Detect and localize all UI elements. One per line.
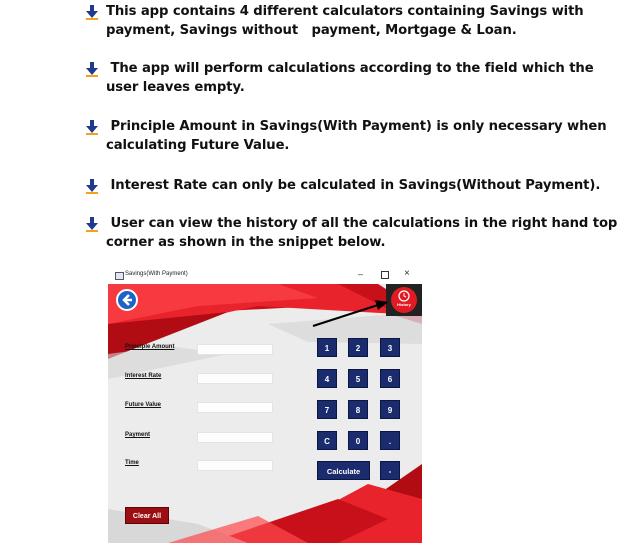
payment-input[interactable] <box>197 432 273 443</box>
window-title: Savings(With Payment) <box>125 271 188 277</box>
bullet-line-2: payment, Savings without payment, Mortga… <box>106 23 517 38</box>
label-time: Time <box>125 460 139 466</box>
keypad-key[interactable]: 0 <box>348 431 368 450</box>
interest-rate-input[interactable] <box>197 373 273 384</box>
window-app-icon <box>115 272 124 280</box>
arrow-down-bullet-icon <box>86 62 98 77</box>
label-payment: Payment <box>125 432 151 438</box>
arrow-down-bullet-icon <box>86 5 98 20</box>
bullet-line-1: Principle Amount in Savings(With Payment… <box>106 119 607 134</box>
future-value-input[interactable] <box>197 402 273 413</box>
keypad-key[interactable]: 3 <box>380 338 400 357</box>
window-titlebar: Savings(With Payment) – × <box>108 267 422 284</box>
bullet-line-1: The app will perform calculations accord… <box>106 61 594 76</box>
principle-amount-input[interactable] <box>197 344 273 355</box>
arrow-down-bullet-icon <box>86 179 98 194</box>
keypad-key[interactable]: 4 <box>317 369 337 388</box>
time-input[interactable] <box>197 460 273 471</box>
keypad-key[interactable]: . <box>380 431 400 450</box>
arrow-down-bullet-icon <box>86 217 98 232</box>
bullet-line-2: calculating Future Value. <box>106 138 290 153</box>
keypad-key[interactable]: - <box>380 461 400 480</box>
label-future-value: Future Value <box>125 402 162 408</box>
keypad-key[interactable]: 7 <box>317 400 337 419</box>
decorative-background <box>108 284 422 543</box>
back-button[interactable] <box>116 289 138 311</box>
keypad-key[interactable]: 5 <box>348 369 368 388</box>
label-principle-amount: Principle Amount <box>125 344 175 350</box>
calculate-button[interactable]: Calculate <box>317 461 370 480</box>
maximize-button[interactable] <box>381 271 389 279</box>
app-snippet-window: Savings(With Payment) – × History Princi… <box>108 267 422 543</box>
keypad-key[interactable]: C <box>317 431 337 450</box>
keypad-key[interactable]: 9 <box>380 400 400 419</box>
keypad-key[interactable]: 8 <box>348 400 368 419</box>
label-interest-rate: Interest Rate <box>125 373 162 379</box>
history-icon: History <box>391 287 417 313</box>
clock-icon <box>398 290 410 302</box>
bullet-line-1: User can view the history of all the cal… <box>106 216 618 231</box>
bullet-line-2: corner as shown in the snippet below. <box>106 235 386 250</box>
bullet-line-2: user leaves empty. <box>106 80 245 95</box>
bullet-line-1: Interest Rate can only be calculated in … <box>106 178 601 193</box>
arrow-down-bullet-icon <box>86 120 98 135</box>
clear-all-button[interactable]: Clear All <box>125 507 169 524</box>
arrow-left-icon <box>122 294 132 306</box>
history-label: History <box>397 302 411 307</box>
minimize-button[interactable]: – <box>358 269 363 279</box>
close-button[interactable]: × <box>404 268 410 279</box>
keypad-key[interactable]: 2 <box>348 338 368 357</box>
keypad-key[interactable]: 6 <box>380 369 400 388</box>
keypad-key[interactable]: 1 <box>317 338 337 357</box>
bullet-line-1: This app contains 4 different calculator… <box>106 4 584 19</box>
history-button[interactable]: History <box>386 284 422 316</box>
